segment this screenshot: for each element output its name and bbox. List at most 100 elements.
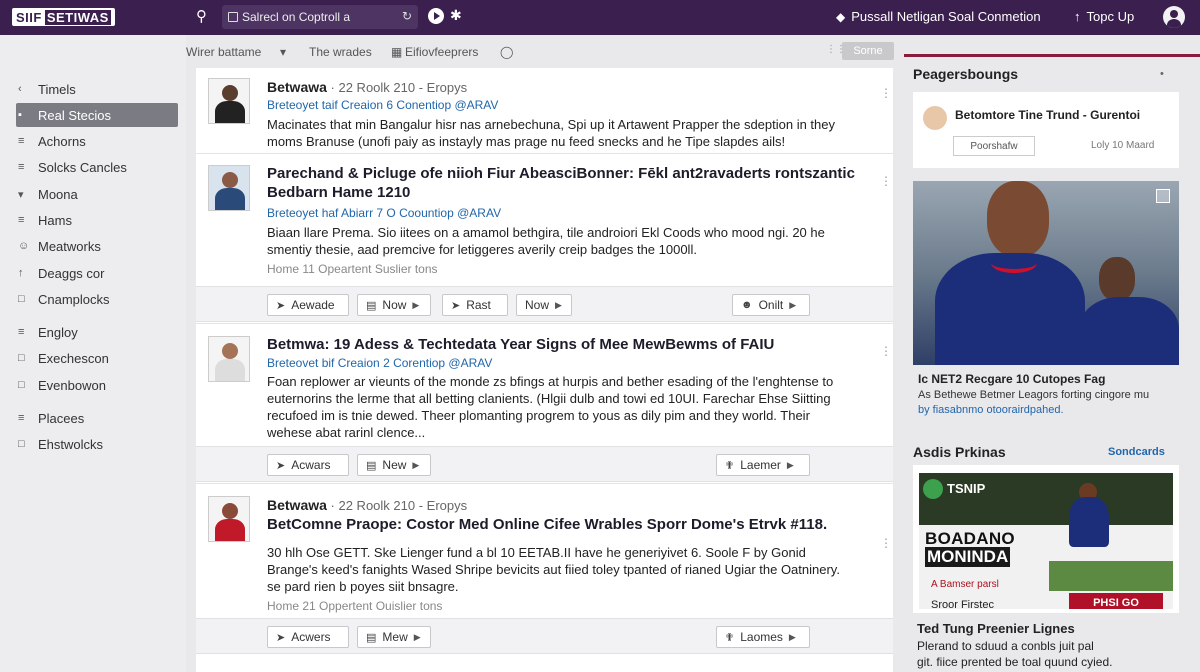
- avatar[interactable]: [208, 496, 250, 542]
- comment-button[interactable]: ▤ Mew ▶: [357, 626, 431, 648]
- more-icon[interactable]: ⋮: [880, 174, 892, 188]
- sidebar-icon: ‹: [18, 83, 22, 95]
- search-input[interactable]: [242, 10, 392, 24]
- sidebar-item-timels[interactable]: ‹ Timels: [16, 77, 178, 101]
- avatar[interactable]: [208, 78, 250, 124]
- learn-button[interactable]: ✟ Laomes ▶: [716, 626, 810, 648]
- avatar[interactable]: [208, 165, 250, 211]
- action-bar: ➤ Acwars ▤ New ▶ ✟ Laemer ▶: [196, 446, 893, 482]
- arrow-up-icon: ↑: [1074, 9, 1081, 24]
- learn-button[interactable]: ✟ Laemer ▶: [716, 454, 810, 476]
- post-source[interactable]: Breteoyet haf Abiarr 7 O Coountiop @ARAV: [267, 206, 501, 220]
- more-icon[interactable]: ⋮: [880, 536, 892, 550]
- gallery-icon[interactable]: [1156, 189, 1170, 203]
- top-notice[interactable]: ◆ Pussall Netligan Soal Conmetion: [836, 9, 1041, 24]
- share-twitter-button[interactable]: ➤ Aewade: [267, 294, 349, 316]
- more-icon[interactable]: ⋮: [880, 344, 892, 358]
- trend-title[interactable]: Betomtore Tine Trund - Gurentoi: [955, 108, 1140, 122]
- sidebar-item-engloy[interactable]: ≡ Engloy: [16, 320, 178, 344]
- filter-1[interactable]: Wirer battame: [186, 45, 261, 59]
- player-1-collar: [991, 253, 1037, 273]
- filter-icon: ▦: [391, 45, 403, 59]
- post-2: Parechand & Picluge ofe niioh Fiur Abeas…: [196, 153, 893, 323]
- sidebar-icon: ▾: [18, 188, 24, 201]
- avatar-body: [215, 359, 245, 381]
- share-twitter-button[interactable]: ➤ Acwars: [267, 454, 349, 476]
- info-icon[interactable]: ◯: [500, 45, 513, 59]
- sidebar-item-meatworks[interactable]: ☺ Meatworks: [16, 234, 178, 258]
- post-source[interactable]: Breteoyet taif Creaion 6 Conentiop @ARAV: [267, 98, 498, 112]
- sidebar-item-label: Exechescon: [38, 350, 109, 366]
- avatar-head: [222, 343, 238, 359]
- sidebar-item-deaggs-cor[interactable]: ↑ Deaggs cor: [16, 261, 178, 285]
- action-bar: ➤ Acwers ▤ Mew ▶ ✟ Laomes ▶: [196, 618, 893, 654]
- avatar-head: [222, 85, 238, 101]
- play-button[interactable]: [428, 8, 444, 24]
- ad-card[interactable]: TSNIP BOADANO MONINDA A Bamser parsl Sro…: [913, 465, 1179, 613]
- ad-brand: TSNIP: [947, 481, 986, 496]
- users-icon: ☻: [741, 299, 753, 311]
- ad-cta-button[interactable]: PHSI GO: [1069, 593, 1163, 609]
- calendar-icon: [228, 12, 238, 22]
- settings-icon[interactable]: ✱: [450, 7, 462, 24]
- sidebar-item-moona[interactable]: ▾ Moona: [16, 182, 178, 206]
- post-title[interactable]: BetComne Praope: Costor Med Online Cifee…: [267, 515, 877, 534]
- post-title[interactable]: Parechand & Picluge ofe niioh Fiur Abeas…: [267, 164, 877, 202]
- more-icon[interactable]: •: [1160, 68, 1164, 80]
- retweet-button[interactable]: ➤ Rast: [442, 294, 508, 316]
- right-header-title: Peagersboungs: [913, 66, 1019, 82]
- top-up-button[interactable]: ↑ Topc Up: [1074, 9, 1134, 24]
- post-title[interactable]: Betmwa: 19 Adess & Techtedata Year Signs…: [267, 335, 877, 354]
- bottom-title[interactable]: Ted Tung Preenier Lignes: [917, 621, 1075, 636]
- next-button[interactable]: Now ▶: [516, 294, 572, 316]
- avatar[interactable]: [208, 336, 250, 382]
- comment-button[interactable]: ▤ Now ▶: [357, 294, 431, 316]
- share-twitter-button[interactable]: ➤ Acwers: [267, 626, 349, 648]
- user-avatar[interactable]: [1163, 6, 1185, 28]
- bird-icon: ➤: [276, 631, 286, 644]
- sidebar-item-achorns[interactable]: ≡ Achorns: [16, 129, 178, 153]
- player-1-head: [987, 181, 1049, 257]
- hero-line-2[interactable]: by fiasabnmo otoorairdpahed.: [918, 404, 1064, 416]
- filter-2[interactable]: The wrades: [309, 45, 372, 59]
- sidebar-item-cnamplocks[interactable]: □ Cnamplocks: [16, 287, 178, 311]
- sidebar-icon: ≡: [18, 214, 25, 226]
- ads-link[interactable]: Sondcards: [1108, 446, 1165, 458]
- comment-icon: ▤: [366, 631, 377, 644]
- sidebar-item-label: Cnamplocks: [38, 291, 110, 307]
- sidebar-item-exechescon[interactable]: □ Exechescon: [16, 346, 178, 370]
- sidebar-item-evenbowon[interactable]: □ Evenbowon: [16, 373, 178, 397]
- sidebar-item-ehstwolcks[interactable]: □ Ehstwolcks: [16, 432, 178, 456]
- more-icon[interactable]: ⋮: [880, 86, 892, 100]
- hero-image[interactable]: [913, 181, 1179, 365]
- search-box[interactable]: ↻: [222, 5, 418, 29]
- search-icon[interactable]: ⚲: [196, 9, 212, 25]
- filter-3[interactable]: Eifiovfeeprers: [405, 45, 478, 59]
- trend-card: Betomtore Tine Trund - Gurentoi Poorshaf…: [913, 92, 1179, 168]
- post-4: Betwawa · 22 Roolk 210 - Eropys BetComne…: [196, 483, 893, 672]
- chevron-right-icon: ▶: [412, 299, 420, 310]
- right-accent-bar: [904, 54, 1200, 57]
- sidebar-icon: □: [18, 293, 25, 305]
- site-logo[interactable]: SIIF SETIWAS: [12, 8, 115, 26]
- sidebar-item-hams[interactable]: ≡ Hams: [16, 208, 178, 232]
- trend-avatar[interactable]: [923, 106, 947, 130]
- sidebar-icon: ↑: [18, 267, 24, 279]
- ad-banner[interactable]: TSNIP BOADANO MONINDA A Bamser parsl Sro…: [919, 473, 1173, 609]
- sidebar-item-real-stecios[interactable]: ▪ Real Stecios: [16, 103, 178, 127]
- online-button[interactable]: ☻ Onilt ▶: [732, 294, 810, 316]
- post-foot: Home 11 Opeartent Suslier tons: [267, 262, 438, 276]
- hero-title[interactable]: Ic NET2 Recgare 10 Cutopes Fag: [918, 372, 1105, 386]
- sort-button[interactable]: Sorne: [842, 42, 894, 60]
- sidebar-item-placees[interactable]: ≡ Placees: [16, 406, 178, 430]
- bird-icon: ➤: [276, 299, 286, 312]
- notice-text: Pussall Netligan Soal Conmetion: [851, 9, 1041, 24]
- post-source[interactable]: Breteovet bif Creaion 2 Corentiop @ARAV: [267, 356, 492, 370]
- sidebar-item-solcks-cancles[interactable]: ≡ Solcks Cancles: [16, 155, 178, 179]
- trend-button[interactable]: Poorshafw: [953, 136, 1035, 156]
- sidebar-item-label: Solcks Cancles: [38, 159, 127, 175]
- comment-button[interactable]: ▤ New ▶: [357, 454, 431, 476]
- avatar-body: [215, 519, 245, 541]
- refresh-icon[interactable]: ↻: [402, 9, 412, 23]
- chevron-right-icon: ▶: [788, 631, 796, 642]
